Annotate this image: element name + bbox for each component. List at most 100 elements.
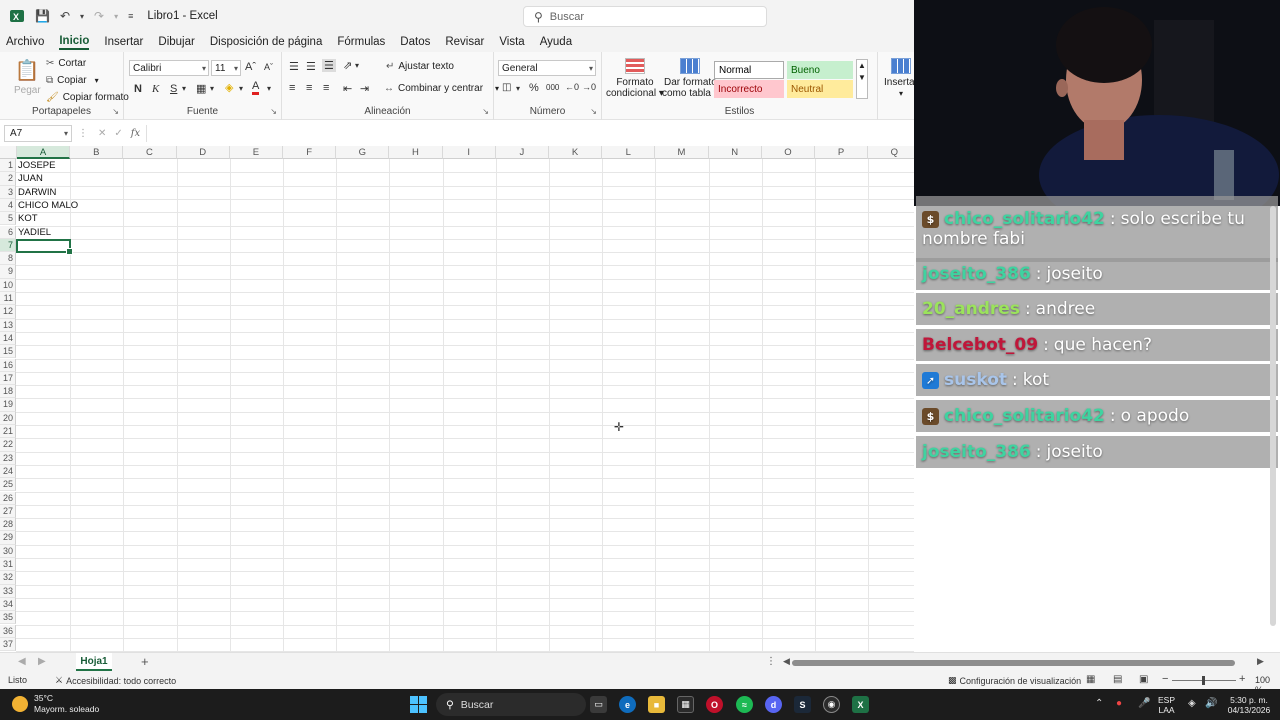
prev-sheet-icon[interactable]: ◀ bbox=[18, 656, 26, 667]
column-header[interactable]: M bbox=[655, 146, 709, 159]
search-box[interactable]: ⚲ Buscar bbox=[523, 6, 767, 27]
format-painter-button[interactable]: 🖌 Copiar formato bbox=[46, 92, 129, 103]
row-header[interactable]: 19 bbox=[0, 398, 16, 412]
obs-icon[interactable]: ◉ bbox=[823, 696, 840, 713]
align-middle-icon[interactable]: ☰ bbox=[306, 60, 316, 73]
scroll-left-icon[interactable]: ◀ bbox=[783, 656, 790, 667]
decrease-decimal-icon[interactable]: →0 bbox=[582, 82, 596, 92]
scroll-right-icon[interactable]: ▶ bbox=[1257, 656, 1264, 667]
row-header[interactable]: 9 bbox=[0, 265, 16, 279]
tab-revisar[interactable]: Revisar bbox=[445, 36, 484, 48]
file-explorer-icon[interactable]: ■ bbox=[648, 696, 665, 713]
column-header[interactable]: G bbox=[336, 146, 390, 159]
cell-a1[interactable]: JOSEPE bbox=[18, 159, 56, 172]
start-button[interactable] bbox=[410, 696, 427, 713]
accounting-dropdown-icon[interactable]: ▾ bbox=[516, 84, 520, 93]
align-right-icon[interactable]: ≡ bbox=[323, 82, 329, 94]
row-header[interactable]: 2 bbox=[0, 172, 16, 186]
select-all-corner[interactable] bbox=[0, 146, 17, 159]
tray-app-icon[interactable]: ● bbox=[1116, 698, 1122, 709]
store-icon[interactable]: ▦ bbox=[677, 696, 694, 713]
column-header[interactable]: Q bbox=[868, 146, 914, 159]
drag-handle-icon[interactable]: ⋮ bbox=[78, 128, 88, 139]
tab-disposicion[interactable]: Disposición de página bbox=[210, 36, 323, 48]
number-launcher-icon[interactable]: ↘ bbox=[590, 107, 597, 116]
font-size-select[interactable]: 11 ▾ bbox=[211, 60, 241, 76]
row-header[interactable]: 22 bbox=[0, 438, 16, 452]
column-header[interactable]: I bbox=[442, 146, 496, 159]
number-format-select[interactable]: General ▾ bbox=[498, 60, 596, 76]
orientation-icon[interactable]: ⇗ bbox=[343, 59, 352, 72]
row-header[interactable]: 28 bbox=[0, 518, 16, 532]
name-box[interactable]: A7 ▾ bbox=[4, 124, 72, 142]
column-header[interactable]: E bbox=[229, 146, 283, 159]
spotify-icon[interactable]: ≈ bbox=[736, 696, 753, 713]
column-header[interactable]: K bbox=[549, 146, 603, 159]
align-top-icon[interactable]: ☰ bbox=[289, 60, 299, 73]
active-cell-a7[interactable] bbox=[16, 238, 73, 255]
microphone-icon[interactable]: 🎤 bbox=[1138, 698, 1150, 709]
clipboard-launcher-icon[interactable]: ↘ bbox=[112, 107, 119, 116]
row-header[interactable]: 31 bbox=[0, 558, 16, 572]
zoom-out-icon[interactable]: − bbox=[1162, 673, 1168, 685]
tray-overflow-icon[interactable]: ⌃ bbox=[1095, 698, 1103, 709]
bold-button[interactable]: N bbox=[134, 83, 142, 95]
alignment-launcher-icon[interactable]: ↘ bbox=[482, 107, 489, 116]
zoom-slider-thumb[interactable] bbox=[1202, 676, 1205, 685]
row-header[interactable]: 14 bbox=[0, 331, 16, 346]
shrink-font-icon[interactable]: Aˇ bbox=[264, 62, 273, 72]
row-header[interactable]: 8 bbox=[0, 252, 16, 266]
column-header[interactable]: P bbox=[815, 146, 869, 159]
fill-color-icon[interactable]: ◈ bbox=[225, 81, 233, 94]
percent-icon[interactable]: % bbox=[529, 82, 539, 94]
style-bueno[interactable]: Bueno bbox=[787, 61, 853, 79]
weather-widget[interactable]: 35°C Mayorm. soleado bbox=[12, 693, 99, 715]
font-name-select[interactable]: Calibri ▾ bbox=[129, 60, 209, 76]
add-sheet-icon[interactable]: + bbox=[141, 654, 149, 669]
wifi-icon[interactable]: ◈ bbox=[1188, 698, 1196, 709]
sheet-tab-hoja1[interactable]: Hoja1 bbox=[76, 653, 112, 671]
font-color-dropdown-icon[interactable]: ▾ bbox=[267, 84, 271, 93]
zoom-in-icon[interactable]: + bbox=[1239, 673, 1245, 685]
grow-font-icon[interactable]: Aˆ bbox=[245, 61, 256, 73]
column-header[interactable]: J bbox=[495, 146, 549, 159]
thousands-separator-icon[interactable]: 000 bbox=[546, 83, 559, 92]
align-center-icon[interactable]: ≡ bbox=[306, 82, 312, 94]
column-header[interactable]: F bbox=[283, 146, 337, 159]
taskbar-search[interactable]: ⚲ Buscar bbox=[436, 693, 586, 716]
clock[interactable]: 5:30 p. m. 04/13/2026 bbox=[1222, 695, 1276, 715]
insert-cells-button[interactable]: Insertar ▾ bbox=[884, 58, 918, 99]
increase-decimal-icon[interactable]: ←0 bbox=[565, 82, 579, 92]
chat-scrollbar[interactable] bbox=[1270, 206, 1276, 626]
row-header[interactable]: 23 bbox=[0, 451, 16, 465]
merge-center-button[interactable]: ↔ Combinar y centrar ▾ bbox=[384, 83, 499, 94]
redo-icon[interactable]: ↷ bbox=[94, 9, 104, 23]
task-view-icon[interactable]: ▭ bbox=[590, 696, 607, 713]
borders-icon[interactable]: ▦ bbox=[196, 82, 206, 95]
tab-formulas[interactable]: Fórmulas bbox=[337, 36, 385, 48]
orientation-dropdown-icon[interactable]: ▾ bbox=[355, 61, 359, 70]
normal-view-icon[interactable]: ▦ bbox=[1086, 674, 1095, 685]
undo-dropdown-icon[interactable]: ▾ bbox=[80, 12, 84, 21]
row-header[interactable]: 16 bbox=[0, 358, 16, 372]
row-header[interactable]: 34 bbox=[0, 597, 16, 612]
redo-dropdown-icon[interactable]: ▾ bbox=[114, 12, 118, 21]
column-header[interactable]: H bbox=[389, 146, 443, 159]
row-header[interactable]: 6 bbox=[0, 225, 16, 239]
row-header[interactable]: 4 bbox=[0, 198, 16, 213]
font-launcher-icon[interactable]: ↘ bbox=[270, 107, 277, 116]
row-header[interactable]: 32 bbox=[0, 571, 16, 585]
horizontal-scrollbar[interactable] bbox=[792, 660, 1235, 666]
align-bottom-icon[interactable]: ☰ bbox=[322, 59, 336, 72]
column-header[interactable]: C bbox=[123, 146, 177, 159]
accessibility-status[interactable]: ⚔ Accesibilidad: todo correcto bbox=[55, 675, 176, 686]
display-settings-button[interactable]: ▩ Configuración de visualización bbox=[948, 675, 1081, 686]
page-layout-view-icon[interactable]: ▤ bbox=[1113, 674, 1122, 685]
cell-a5[interactable]: KOT bbox=[18, 212, 38, 225]
row-header[interactable]: 26 bbox=[0, 491, 16, 505]
insert-function-icon[interactable]: fx bbox=[131, 128, 140, 139]
tab-inicio[interactable]: Inicio bbox=[59, 35, 90, 50]
row-header[interactable]: 36 bbox=[0, 624, 16, 638]
edge-icon[interactable]: e bbox=[619, 696, 636, 713]
row-header[interactable]: 33 bbox=[0, 584, 16, 598]
